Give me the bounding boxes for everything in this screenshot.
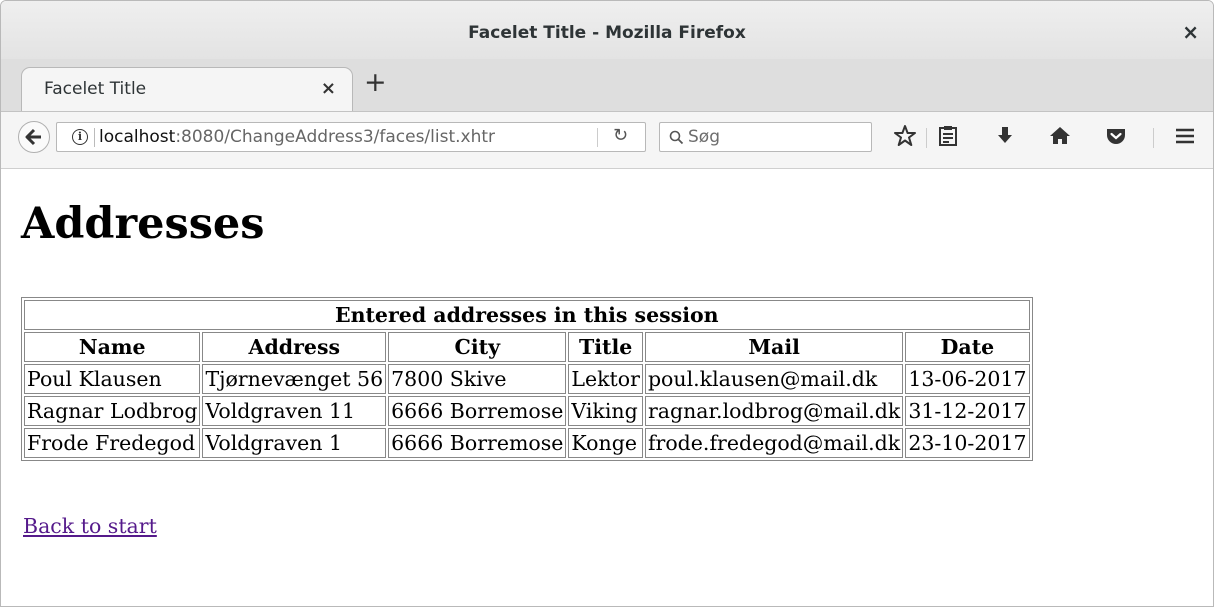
cell-mail: ragnar.lodbrog@mail.dk [644, 396, 904, 426]
column-header-mail: Mail [644, 332, 904, 362]
page-heading: Addresses [21, 199, 265, 249]
table-caption-row: Entered addresses in this session [24, 300, 1030, 330]
cell-city: 6666 Borremose [388, 396, 567, 426]
url-separator [94, 128, 95, 147]
toolbar-separator-2 [1153, 128, 1154, 148]
cell-mail: poul.klausen@mail.dk [644, 364, 904, 394]
column-header-address: Address [202, 332, 387, 362]
column-header-name: Name [24, 332, 201, 362]
search-icon [669, 130, 684, 145]
star-icon[interactable] [892, 123, 918, 149]
search-bar[interactable] [659, 122, 872, 152]
cell-city: 6666 Borremose [388, 428, 567, 458]
url-separator-2 [597, 128, 598, 147]
tab-facelet-title[interactable]: Facelet Title × [21, 67, 353, 111]
cell-date: 23-10-2017 [905, 428, 1030, 458]
reading-list-icon[interactable] [935, 123, 961, 149]
table-row: Frode Fredegod Voldgraven 1 6666 Borremo… [24, 428, 1030, 458]
url-path: :8080/ChangeAddress3/faces/list.xhtr [175, 127, 496, 147]
tab-label: Facelet Title [44, 79, 147, 99]
page-content: Addresses Entered addresses in this sess… [1, 169, 1213, 606]
window-close-button[interactable]: × [1182, 20, 1199, 44]
back-button[interactable] [18, 121, 50, 153]
cell-name: Poul Klausen [24, 364, 201, 394]
cell-address: Tjørnevænget 56 [202, 364, 387, 394]
cell-name: Frode Fredegod [24, 428, 201, 458]
window-title: Facelet Title - Mozilla Firefox [468, 23, 746, 43]
url-bar[interactable]: i localhost:8080/ChangeAddress3/faces/li… [56, 122, 646, 152]
pocket-icon[interactable] [1103, 123, 1129, 149]
menu-icon[interactable] [1172, 123, 1198, 149]
navigation-bar: i localhost:8080/ChangeAddress3/faces/li… [1, 112, 1213, 169]
cell-address: Voldgraven 11 [202, 396, 387, 426]
reload-icon[interactable]: ↻ [613, 125, 628, 146]
cell-title: Viking [568, 396, 643, 426]
title-bar: Facelet Title - Mozilla Firefox × [1, 1, 1213, 59]
table-caption: Entered addresses in this session [24, 300, 1030, 330]
cell-title: Lektor [568, 364, 643, 394]
tab-close-button[interactable]: × [321, 78, 336, 99]
table-header-row: Name Address City Title Mail Date [24, 332, 1030, 362]
cell-address: Voldgraven 1 [202, 428, 387, 458]
cell-title: Konge [568, 428, 643, 458]
cell-mail: frode.fredegod@mail.dk [644, 428, 904, 458]
column-header-date: Date [905, 332, 1030, 362]
new-tab-button[interactable]: + [364, 67, 387, 98]
search-input[interactable] [688, 126, 858, 148]
table-row: Poul Klausen Tjørnevænget 56 7800 Skive … [24, 364, 1030, 394]
toolbar-separator [926, 128, 927, 148]
column-header-city: City [388, 332, 567, 362]
cell-city: 7800 Skive [388, 364, 567, 394]
info-icon[interactable]: i [72, 129, 88, 145]
column-header-title: Title [568, 332, 643, 362]
tab-strip: Facelet Title × + [1, 59, 1213, 112]
url-text[interactable]: localhost:8080/ChangeAddress3/faces/list… [99, 127, 589, 147]
back-to-start-link[interactable]: Back to start [23, 514, 157, 538]
back-arrow-icon [25, 128, 41, 146]
cell-date: 13-06-2017 [905, 364, 1030, 394]
download-icon[interactable] [992, 123, 1018, 149]
addresses-table: Entered addresses in this session Name A… [21, 297, 1033, 461]
home-icon[interactable] [1047, 123, 1073, 149]
cell-name: Ragnar Lodbrog [24, 396, 201, 426]
table-row: Ragnar Lodbrog Voldgraven 11 6666 Borrem… [24, 396, 1030, 426]
browser-window: Facelet Title - Mozilla Firefox × Facele… [0, 0, 1214, 607]
url-host: localhost [99, 127, 176, 147]
cell-date: 31-12-2017 [905, 396, 1030, 426]
